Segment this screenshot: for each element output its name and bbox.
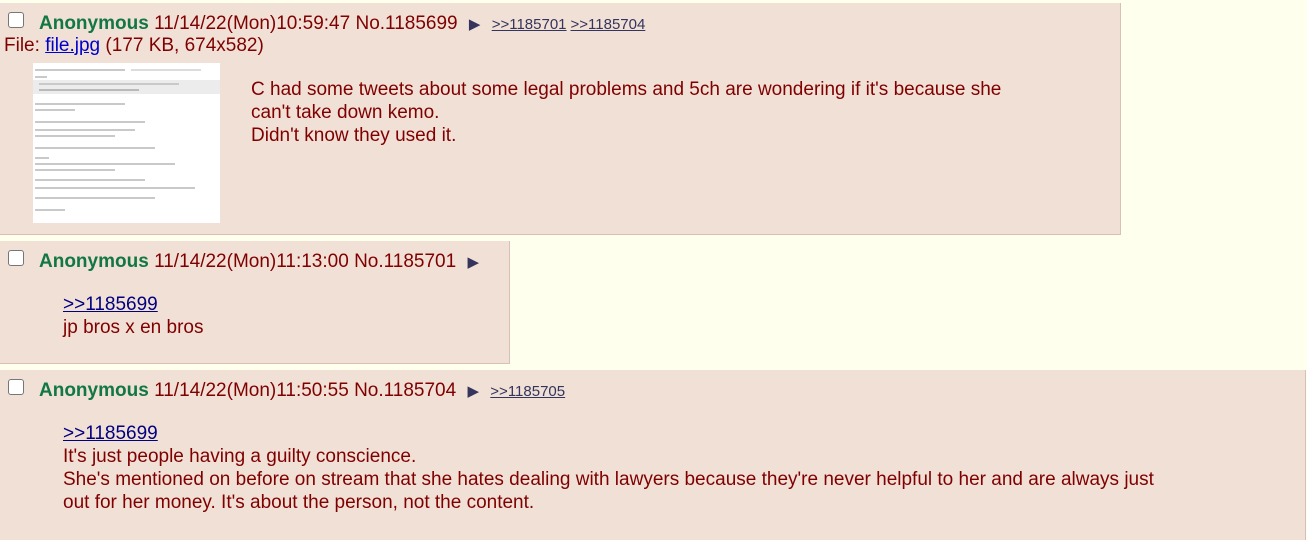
- post-number[interactable]: No.1185701: [354, 251, 456, 272]
- post-select-checkbox[interactable]: [8, 12, 24, 28]
- post-info: Anonymous 11/14/22(Mon)11:50:55 No.11857…: [39, 380, 565, 402]
- file-thumbnail[interactable]: [33, 63, 220, 223]
- message-line: It's just people having a guilty conscie…: [63, 446, 417, 467]
- backlink[interactable]: >>1185705: [490, 383, 565, 400]
- file-meta: (177 KB, 674x582): [105, 35, 264, 56]
- poster-name: Anonymous: [39, 251, 149, 272]
- post-number[interactable]: No.1185699: [355, 13, 457, 34]
- message-line: C had some tweets about some legal probl…: [251, 79, 1002, 100]
- backlink[interactable]: >>1185704: [571, 16, 646, 33]
- quote-link[interactable]: >>1185699: [63, 293, 203, 316]
- message-line: She's mentioned on before on stream that…: [63, 469, 1154, 490]
- file-label: File:: [4, 35, 46, 56]
- post-number[interactable]: No.1185704: [354, 380, 456, 401]
- file-info: File: file.jpg (177 KB, 674x582): [4, 35, 264, 57]
- post-datetime: 11/14/22(Mon)11:13:00: [154, 251, 349, 272]
- post-select-checkbox[interactable]: [8, 379, 24, 395]
- post-message: C had some tweets about some legal probl…: [251, 78, 1001, 147]
- post-datetime: 11/14/22(Mon)10:59:47: [154, 13, 351, 34]
- play-arrow-icon[interactable]: ▶: [467, 383, 479, 400]
- post-1185701: Anonymous 11/14/22(Mon)11:13:00 No.11857…: [0, 241, 510, 364]
- post-message: >>1185699 It's just people having a guil…: [63, 422, 1154, 514]
- post-select-checkbox[interactable]: [8, 250, 24, 266]
- quote-link[interactable]: >>1185699: [63, 422, 1154, 445]
- post-message: >>1185699 jp bros x en bros: [63, 293, 203, 339]
- play-arrow-icon[interactable]: ▶: [467, 254, 479, 271]
- post-datetime: 11/14/22(Mon)11:50:55: [154, 380, 349, 401]
- post-info: Anonymous 11/14/22(Mon)10:59:47 No.11856…: [39, 13, 645, 35]
- poster-name: Anonymous: [39, 13, 149, 34]
- message-line: out for her money. It's about the person…: [63, 492, 535, 513]
- post-1185704: Anonymous 11/14/22(Mon)11:50:55 No.11857…: [0, 370, 1306, 540]
- message-line: Didn't know they used it.: [251, 125, 457, 146]
- backlink[interactable]: >>1185701: [492, 16, 567, 33]
- poster-name: Anonymous: [39, 380, 149, 401]
- file-link[interactable]: file.jpg: [45, 35, 100, 56]
- play-arrow-icon[interactable]: ▶: [469, 16, 481, 33]
- post-1185699: Anonymous 11/14/22(Mon)10:59:47 No.11856…: [0, 3, 1121, 235]
- post-info: Anonymous 11/14/22(Mon)11:13:00 No.11857…: [39, 251, 479, 273]
- message-line: jp bros x en bros: [63, 317, 204, 338]
- message-line: can't take down kemo.: [251, 102, 440, 123]
